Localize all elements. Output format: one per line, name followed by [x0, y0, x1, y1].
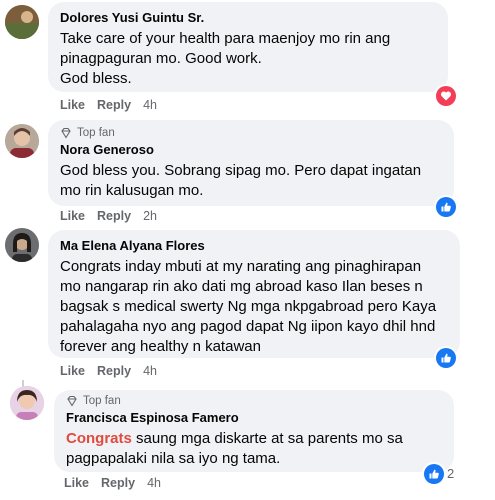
like-reaction-icon[interactable]: [424, 464, 444, 484]
comment-line: God bless you. Sobrang sipag mo. Pero da…: [60, 162, 422, 179]
highlighted-word[interactable]: Congrats: [66, 430, 132, 447]
reply-link[interactable]: Reply: [101, 476, 135, 490]
comment-text: God bless you. Sobrang sipag mo. Pero da…: [60, 161, 442, 201]
comment-line: God bless.: [60, 70, 132, 87]
like-link[interactable]: Like: [64, 476, 89, 490]
comment-bubble: Ma Elena Alyana Flores Congrats inday mb…: [48, 230, 460, 358]
commenter-name[interactable]: Dolores Yusi Guintu Sr.: [60, 10, 436, 26]
commenter-name[interactable]: Ma Elena Alyana Flores: [60, 238, 448, 254]
diamond-icon: [61, 127, 71, 139]
comment-line: forever ang healthy n katawan: [60, 338, 261, 355]
avatar[interactable]: [5, 124, 39, 158]
comment-line-rest: saung mga diskarte at sa parents mo sa: [131, 430, 403, 447]
comment-text: Congrats saung mga diskarte at sa parent…: [66, 429, 442, 469]
comment-actions: Like Reply 4h: [60, 364, 157, 378]
comment-text: Congrats inday mbuti at my narating ang …: [60, 257, 448, 357]
comment-bubble: Top fan Nora Generoso God bless you. Sob…: [48, 120, 454, 206]
comment-line: pagpapalaki nila sa iyo ng tama.: [66, 450, 281, 467]
like-link[interactable]: Like: [60, 364, 85, 378]
comment-text: Take care of your health para maenjoy mo…: [60, 29, 436, 89]
comment-actions: Like Reply 4h: [60, 98, 157, 112]
comment-line: pahalagaha nyo ang pagod dapat Ng iipon …: [60, 318, 436, 335]
avatar[interactable]: [5, 5, 39, 39]
love-reaction-icon[interactable]: [436, 86, 456, 106]
comment-bubble: Dolores Yusi Guintu Sr. Take care of you…: [48, 2, 448, 92]
like-reaction-icon[interactable]: [436, 197, 456, 217]
comment-actions: Like Reply 2h: [60, 209, 157, 223]
diamond-icon: [67, 395, 77, 407]
timestamp[interactable]: 2h: [143, 209, 157, 223]
top-fan-badge: Top fan: [66, 394, 442, 408]
commenter-name[interactable]: Francisca Espinosa Famero: [66, 410, 442, 426]
timestamp[interactable]: 4h: [147, 476, 161, 490]
comment-actions: Like Reply 4h: [64, 476, 161, 490]
reply-link[interactable]: Reply: [97, 209, 131, 223]
comment-line: Congrats saung mga diskarte at sa parent…: [66, 429, 442, 449]
like-link[interactable]: Like: [60, 98, 85, 112]
reaction-count[interactable]: 2: [447, 466, 454, 481]
top-fan-label: Top fan: [77, 127, 115, 139]
reply-link[interactable]: Reply: [97, 364, 131, 378]
like-reaction-icon[interactable]: [436, 348, 456, 368]
comment-line: Congrats inday mbuti at my narating ang …: [60, 258, 422, 275]
reply-link[interactable]: Reply: [97, 98, 131, 112]
comment-bubble: Top fan Francisca Espinosa Famero Congra…: [54, 390, 454, 472]
commenter-name[interactable]: Nora Generoso: [60, 142, 442, 158]
top-fan-label: Top fan: [83, 395, 121, 407]
timestamp[interactable]: 4h: [143, 364, 157, 378]
like-link[interactable]: Like: [60, 209, 85, 223]
avatar[interactable]: [10, 386, 44, 420]
comment-line: bagsak s medical swerty Ng mga nkpgabroa…: [60, 298, 437, 315]
comment-line: mo rin kalusugan mo.: [60, 182, 204, 199]
timestamp[interactable]: 4h: [143, 98, 157, 112]
comment-line: pinagpaguran mo. Good work.: [60, 50, 262, 67]
comment-line: mo nangarap rin ako dati mg abroad kaso …: [60, 278, 423, 295]
comment-line: Take care of your health para maenjoy mo…: [60, 30, 391, 47]
top-fan-badge: Top fan: [60, 126, 442, 140]
avatar[interactable]: [5, 228, 39, 262]
